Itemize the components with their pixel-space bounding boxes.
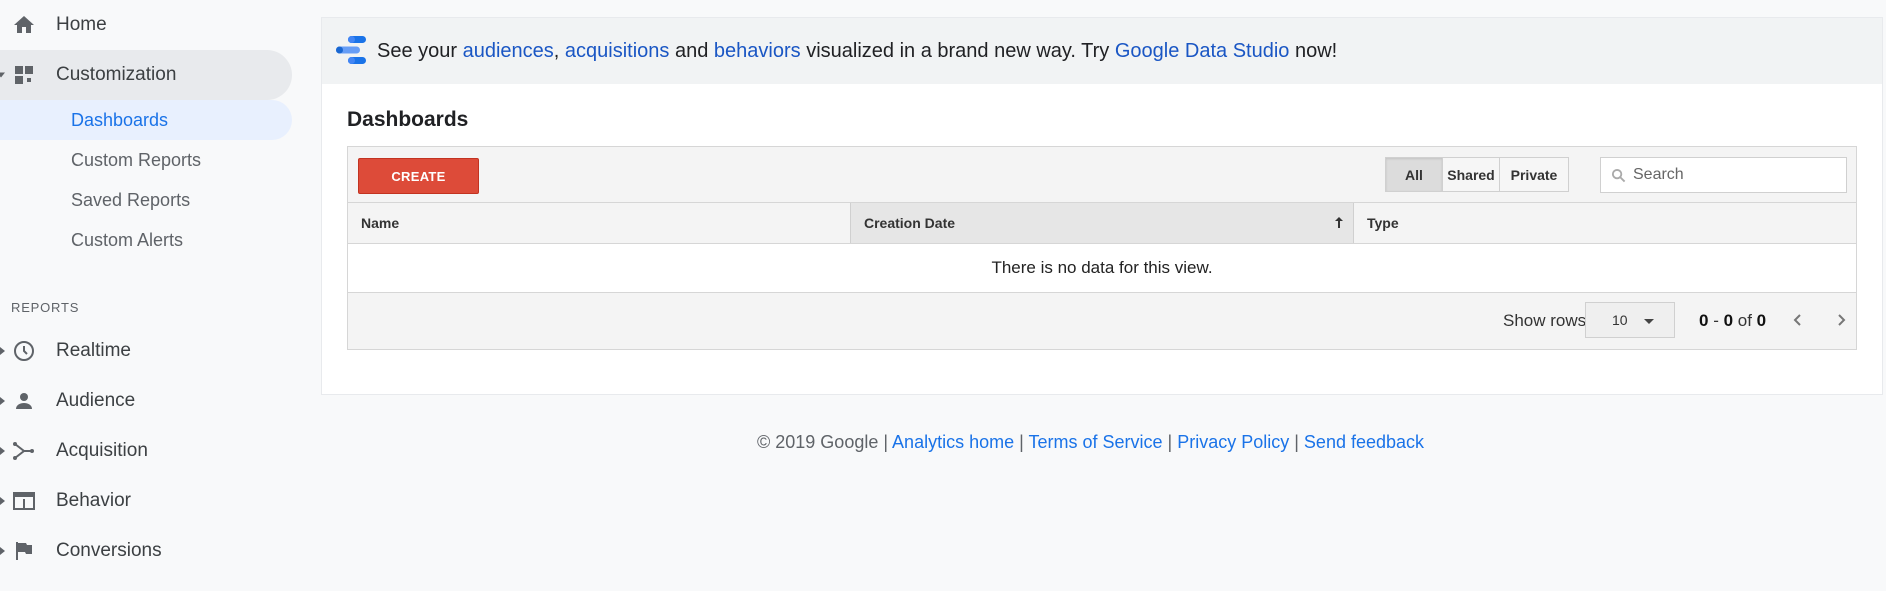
banner-text-part: and	[669, 39, 714, 62]
sidebar-item-label: Dashboards	[71, 109, 169, 130]
next-page-icon[interactable]	[1831, 310, 1851, 330]
analytics-home-link[interactable]: Analytics home	[892, 432, 1014, 452]
footer-separator: |	[878, 432, 893, 452]
rows-per-page-value: 10	[1612, 312, 1628, 328]
nav-conversions[interactable]: Conversions	[0, 526, 300, 576]
column-header-label: Creation Date	[864, 215, 956, 231]
dashboard-grid-icon	[15, 66, 33, 84]
banner-text: See your audiences, acquisitions and beh…	[377, 40, 1337, 63]
nav-behavior-label: Behavior	[56, 490, 131, 511]
acquisitions-link[interactable]: acquisitions	[565, 40, 670, 62]
nav-behavior[interactable]: Behavior	[0, 476, 300, 526]
data-studio-link[interactable]: Google Data Studio	[1115, 40, 1290, 62]
nav-customization[interactable]: Customization	[0, 50, 292, 100]
nav-realtime-label: Realtime	[56, 340, 131, 361]
data-studio-logo-icon	[336, 36, 366, 64]
nav-customization-label: Customization	[56, 64, 177, 85]
sidebar-item-saved-reports[interactable]: Saved Reports	[0, 180, 292, 220]
nav-acquisition-label: Acquisition	[56, 440, 148, 461]
privacy-policy-link[interactable]: Privacy Policy	[1177, 432, 1289, 452]
rows-per-page-select[interactable]: 10	[1585, 302, 1675, 338]
banner-text-part: ,	[553, 39, 565, 62]
nav-audience[interactable]: Audience	[0, 376, 300, 426]
range-total: 0	[1756, 311, 1767, 330]
sidebar-item-custom-reports[interactable]: Custom Reports	[0, 140, 292, 180]
page-title: Dashboards	[347, 108, 469, 131]
banner-text-part: visualized in a brand new way. Try	[800, 39, 1115, 62]
empty-table-message: There is no data for this view.	[348, 244, 1856, 293]
collapse-caret-icon	[0, 347, 5, 355]
terms-of-service-link[interactable]: Terms of Service	[1028, 432, 1162, 452]
collapse-caret-icon	[0, 547, 5, 555]
pagination-bar: Show rows 10 0 - 0 of 0	[348, 293, 1856, 349]
create-button[interactable]: CREATE	[358, 158, 479, 194]
nav-conversions-label: Conversions	[56, 540, 162, 561]
column-header-type[interactable]: Type	[1353, 203, 1856, 243]
sidebar-item-label: Custom Alerts	[71, 229, 184, 250]
previous-page-icon[interactable]	[1788, 310, 1808, 330]
range-end: 0	[1723, 311, 1734, 330]
search-input[interactable]: Search	[1600, 157, 1847, 193]
banner-text-part: See your	[377, 39, 463, 62]
behaviors-link[interactable]: behaviors	[714, 40, 801, 62]
flag-icon	[16, 542, 32, 560]
audiences-link[interactable]: audiences	[463, 40, 554, 62]
search-placeholder: Search	[1633, 166, 1684, 183]
nav-acquisition[interactable]: Acquisition	[0, 426, 300, 476]
search-icon	[1611, 168, 1626, 183]
reports-section-heading: REPORTS	[11, 300, 80, 315]
collapse-caret-icon	[0, 497, 5, 505]
footer-separator: |	[1014, 432, 1029, 452]
footer-separator: |	[1289, 432, 1304, 452]
data-studio-banner: See your audiences, acquisitions and beh…	[322, 18, 1882, 84]
copyright-text: © 2019 Google	[757, 432, 879, 452]
column-header-label: Type	[1367, 215, 1399, 231]
sidebar-item-label: Custom Reports	[71, 149, 202, 170]
column-header-creation-date[interactable]: Creation Date	[850, 203, 1353, 243]
behavior-icon	[13, 492, 35, 510]
nav-realtime[interactable]: Realtime	[0, 326, 300, 376]
column-header-name[interactable]: Name	[348, 203, 850, 243]
filter-private-button[interactable]: Private	[1499, 157, 1569, 192]
sidebar-item-dashboards[interactable]: Dashboards	[0, 100, 292, 140]
range-of-label: of	[1733, 311, 1757, 330]
pagination-range: 0 - 0 of 0	[1699, 311, 1766, 331]
collapse-caret-icon	[0, 447, 5, 455]
banner-text-part: now!	[1289, 39, 1338, 62]
nav-home[interactable]: Home	[0, 0, 300, 50]
sidebar-item-label: Saved Reports	[71, 189, 191, 210]
column-header-label: Name	[361, 215, 400, 231]
dropdown-arrow-icon	[1644, 319, 1654, 324]
nav-home-label: Home	[56, 14, 107, 35]
sort-ascending-icon	[1335, 217, 1343, 228]
sidebar: Home Customization Dashboards Custom Rep…	[0, 0, 300, 591]
filter-shared-button[interactable]: Shared	[1442, 157, 1500, 192]
dashboards-table: CREATE All Shared Private Search Name Cr…	[347, 146, 1857, 350]
table-toolbar: CREATE All Shared Private Search	[348, 147, 1856, 203]
expand-caret-icon	[0, 72, 5, 78]
clock-icon	[14, 341, 34, 361]
nav-audience-label: Audience	[56, 390, 136, 411]
range-separator: -	[1708, 311, 1724, 330]
footer-separator: |	[1162, 432, 1178, 452]
show-rows-label: Show rows	[1503, 311, 1587, 330]
dashboards-panel: See your audiences, acquisitions and beh…	[321, 17, 1883, 395]
sidebar-item-custom-alerts[interactable]: Custom Alerts	[0, 220, 292, 260]
send-feedback-link[interactable]: Send feedback	[1304, 432, 1424, 452]
filter-all-button[interactable]: All	[1385, 157, 1443, 192]
person-icon	[16, 393, 32, 409]
collapse-caret-icon	[0, 397, 5, 405]
acquisition-icon	[13, 442, 34, 460]
home-icon	[14, 16, 34, 33]
table-header: Name Creation Date Type	[348, 203, 1856, 244]
